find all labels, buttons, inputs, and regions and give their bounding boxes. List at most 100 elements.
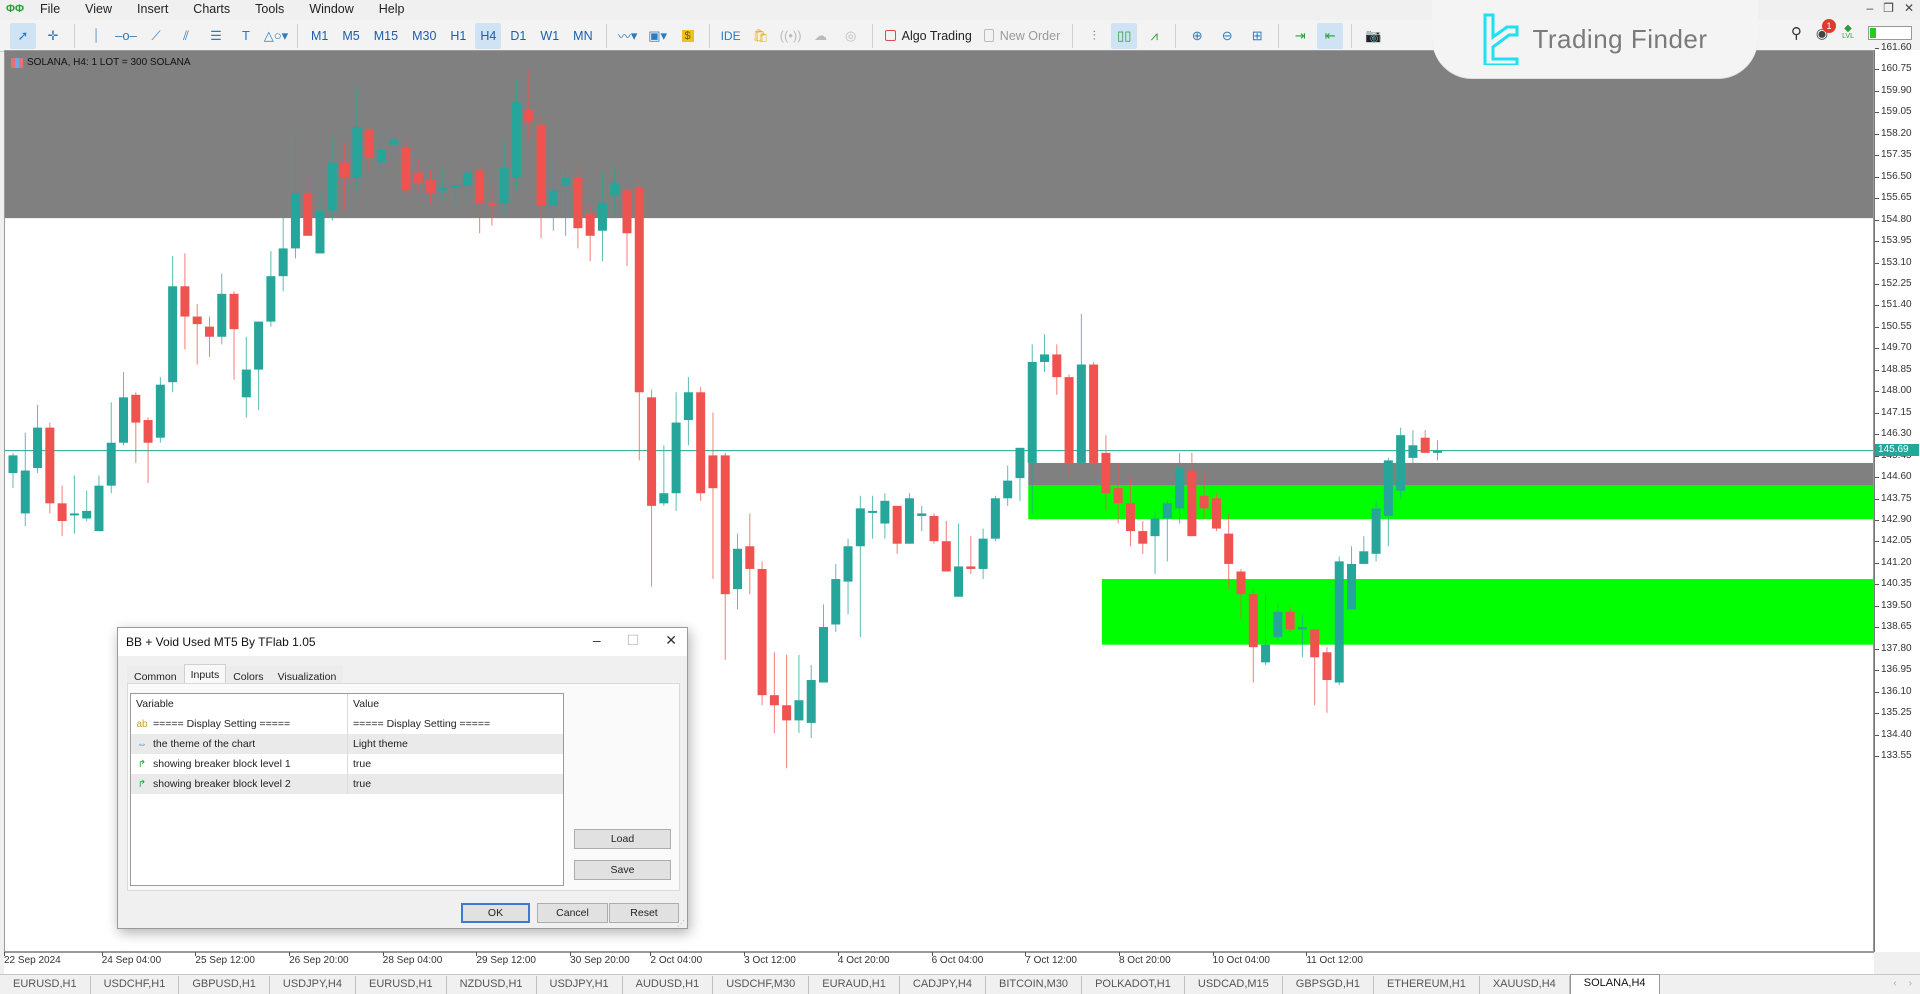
chart-tab[interactable]: NZDUSD,H1	[447, 976, 537, 994]
chart-tab[interactable]: SOLANA,H4	[1569, 974, 1660, 994]
trend-line-button[interactable]: ⟋	[143, 23, 169, 49]
channel-button[interactable]: ⫽	[173, 23, 199, 49]
chart-tab[interactable]: USDJPY,H4	[270, 976, 356, 994]
signals-button[interactable]: ((•))	[778, 23, 804, 49]
text-param-icon: ab	[136, 718, 148, 730]
close-icon[interactable]: ✕	[1904, 1, 1914, 15]
vps-button[interactable]: ☁	[808, 23, 834, 49]
timeframe-w1[interactable]: W1	[535, 23, 564, 49]
indicators-button[interactable]: 〰 ▾	[615, 23, 641, 49]
level-progress-fill	[1870, 28, 1876, 38]
vertical-line-button[interactable]: ⏐	[83, 23, 109, 49]
account-button[interactable]: ◉ 1	[1816, 18, 1837, 42]
dialog-title-bar[interactable]: BB + Void Used MT5 By TFlab 1.05 – ☐ ✕	[118, 628, 687, 656]
chart-tab[interactable]: USDCHF,M30	[713, 976, 810, 994]
bullish-candle	[389, 139, 399, 145]
chart-tab[interactable]: GBPSGD,H1	[1283, 976, 1374, 994]
table-row[interactable]: ↱ showing breaker block level 2 true	[131, 774, 563, 794]
price-tick-label: 136.95	[1875, 664, 1912, 675]
templates-button[interactable]: ▣ ▾	[645, 23, 671, 49]
chart-tab[interactable]: EURUSD,H1	[356, 976, 447, 994]
search-icon[interactable]: ⚲	[1791, 24, 1802, 42]
time-scale[interactable]: 22 Sep 2024 24 Sep 04:00 25 Sep 12:00 26 Se…	[4, 952, 1874, 974]
screenshot-button[interactable]: 📷	[1360, 23, 1386, 49]
text-tool-button[interactable]: T	[233, 23, 259, 49]
minimize-icon[interactable]: –	[1866, 1, 1873, 15]
ok-button[interactable]: OK	[461, 903, 530, 923]
chart-tab[interactable]: XAUUSD,H4	[1480, 976, 1570, 994]
menu-view[interactable]: View	[73, 2, 125, 16]
bearish-candle	[573, 177, 583, 229]
cancel-button[interactable]: Cancel	[537, 903, 608, 923]
menu-tools[interactable]: Tools	[243, 2, 297, 16]
zoom-out-button[interactable]: ⊖	[1214, 23, 1240, 49]
chart-tab[interactable]: EURAUD,H1	[809, 976, 900, 994]
crosshair-tool-button[interactable]: ✛	[40, 23, 66, 49]
table-row[interactable]: ⇔ the theme of the chart Light theme	[131, 734, 563, 754]
menu-window[interactable]: Window	[297, 2, 366, 16]
param-value[interactable]: true	[348, 758, 371, 770]
dialog-maximize-icon[interactable]: ☐	[627, 632, 640, 649]
price-scale[interactable]: 161.60 160.75 159.90 159.05 158.20 157.35 156.…	[1874, 42, 1920, 952]
chart-tab[interactable]: USDCHF,H1	[91, 976, 180, 994]
param-value[interactable]: Light theme	[348, 738, 408, 750]
price-tick-label: 135.25	[1875, 707, 1912, 718]
timeframe-m1[interactable]: M1	[306, 23, 333, 49]
timeframe-h1[interactable]: H1	[445, 23, 471, 49]
new-order-button[interactable]: New Order	[978, 29, 1066, 43]
restore-icon[interactable]: ❐	[1883, 1, 1894, 15]
shapes-button[interactable]: △○ ▾	[263, 23, 289, 49]
tab-scroll-left-icon[interactable]: ‹	[1893, 978, 1896, 989]
time-tick-label: 3 Oct 12:00	[744, 952, 796, 966]
algo-trading-button[interactable]: Algo Trading	[879, 29, 978, 43]
chart-tab[interactable]: AUDUSD,H1	[623, 976, 714, 994]
level-button[interactable]: ◆ LVL	[1842, 24, 1854, 41]
save-button[interactable]: Save	[574, 860, 671, 880]
chart-tab[interactable]: POLKADOT,H1	[1082, 976, 1185, 994]
dialog-close-icon[interactable]: ✕	[665, 632, 677, 649]
text-icon: T	[242, 28, 250, 43]
horizontal-line-button[interactable]: –o–	[113, 23, 139, 49]
load-button[interactable]: Load	[574, 829, 671, 849]
tab-scroll-right-icon[interactable]: ›	[1909, 978, 1912, 989]
chart-tab[interactable]: GBPUSD,H1	[179, 976, 270, 994]
table-row[interactable]: ab ===== Display Setting ===== ===== Disp…	[131, 714, 563, 734]
cursor-tool-button[interactable]: ➚	[10, 22, 36, 49]
menu-help[interactable]: Help	[367, 2, 418, 16]
chart-tab[interactable]: USDCAD,M15	[1185, 976, 1283, 994]
table-row[interactable]: ↱ showing breaker block level 1 true	[131, 754, 563, 774]
ide-button[interactable]: IDE	[718, 23, 744, 49]
chart-shift-button[interactable]: ⇤	[1317, 22, 1344, 49]
shop-button[interactable]: 🛍	[748, 23, 774, 49]
fingerprint-button[interactable]: ◎	[838, 23, 864, 49]
resize-grip-icon[interactable]: ⋰	[677, 919, 685, 928]
chart-tab[interactable]: EURUSD,H1	[0, 976, 91, 994]
time-tick-label: 4 Oct 20:00	[837, 952, 890, 966]
auto-scroll-button[interactable]: ⇥	[1287, 23, 1313, 49]
bar-chart-button[interactable]: ⫶	[1081, 23, 1107, 49]
param-value[interactable]: ===== Display Setting =====	[348, 718, 490, 730]
price-tick-label: 142.05	[1875, 535, 1912, 546]
timeframe-d1[interactable]: D1	[505, 23, 531, 49]
chart-tab[interactable]: USDJPY,H1	[537, 976, 623, 994]
chart-tab[interactable]: BITCOIN,M30	[986, 976, 1083, 994]
menu-charts[interactable]: Charts	[181, 2, 243, 16]
timeframe-h4[interactable]: H4	[475, 22, 502, 49]
timeframe-m15[interactable]: M15	[369, 23, 403, 49]
chart-tab[interactable]: ETHEREUM,H1	[1374, 976, 1480, 994]
fibonacci-button[interactable]: ☰	[203, 23, 229, 49]
candlestick-chart-button[interactable]: ▯▯	[1111, 22, 1138, 49]
dialog-minimize-icon[interactable]: –	[593, 632, 601, 649]
menu-file[interactable]: File	[28, 2, 73, 16]
market-button[interactable]: $	[675, 23, 701, 49]
param-value[interactable]: true	[348, 778, 371, 790]
timeframe-m5[interactable]: M5	[337, 23, 364, 49]
tile-windows-button[interactable]: ⊞	[1244, 23, 1270, 49]
zoom-in-button[interactable]: ⊕	[1184, 23, 1210, 49]
chart-tab[interactable]: CADJPY,H4	[900, 976, 986, 994]
timeframe-m30[interactable]: M30	[407, 23, 441, 49]
line-chart-button[interactable]: ⩘	[1141, 23, 1167, 49]
timeframe-mn[interactable]: MN	[568, 23, 597, 49]
menu-insert[interactable]: Insert	[125, 2, 181, 16]
reset-button[interactable]: Reset	[609, 903, 679, 923]
